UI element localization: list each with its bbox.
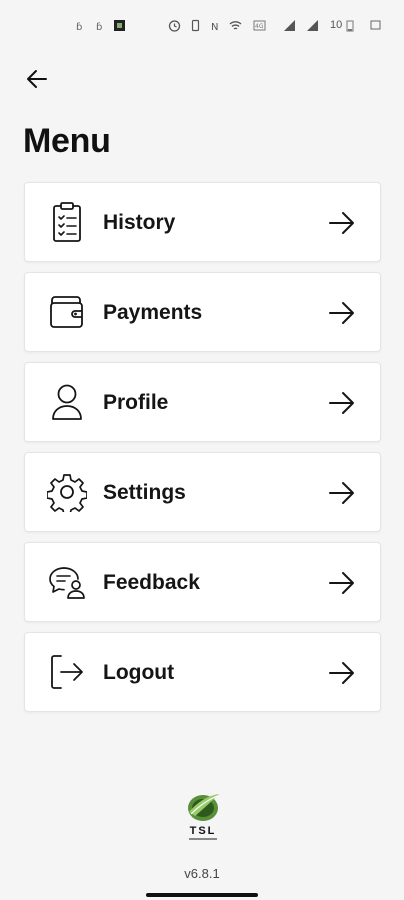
arrow-right-icon	[329, 482, 354, 504]
menu-screen: ɓ ɓ N 4G 10 Menu History Payments Profil…	[0, 0, 404, 900]
svg-text:4G: 4G	[255, 23, 264, 30]
menu-item-feedback[interactable]: Feedback	[24, 542, 381, 622]
menu-item-label: History	[103, 211, 176, 234]
data-icon: 4G	[253, 20, 266, 31]
page-title: Menu	[23, 122, 111, 160]
app-icon	[114, 20, 125, 31]
chat-user-icon	[47, 561, 87, 603]
arrow-right-icon	[329, 662, 354, 684]
svg-text:N: N	[211, 22, 218, 32]
home-indicator[interactable]	[146, 893, 258, 897]
svg-text:ɓ: ɓ	[76, 22, 82, 32]
logout-icon	[47, 651, 87, 693]
back-button[interactable]	[20, 62, 54, 96]
arrow-right-icon	[329, 392, 354, 414]
notification-icon	[370, 20, 381, 30]
wallet-icon	[47, 291, 87, 333]
menu-item-label: Logout	[103, 661, 175, 684]
alarm-icon	[168, 20, 181, 32]
wifi-icon	[229, 21, 242, 30]
arrow-right-icon	[329, 302, 354, 324]
menu-item-settings[interactable]: Settings	[24, 452, 381, 532]
battery-level: 10	[330, 19, 343, 31]
svg-text:ɓ: ɓ	[96, 22, 102, 32]
arrow-left-icon	[27, 70, 47, 88]
menu-item-history[interactable]: History	[24, 182, 381, 262]
arrow-right-icon	[329, 572, 354, 594]
menu-item-logout[interactable]: Logout	[24, 632, 381, 712]
menu-item-profile[interactable]: Profile	[24, 362, 381, 442]
nfc-icon: N	[211, 22, 218, 32]
logo-text: TSL	[190, 825, 217, 837]
menu-item-label: Settings	[103, 481, 186, 504]
signal-icon	[307, 20, 318, 31]
status-bar: ɓ ɓ N 4G 10	[0, 0, 404, 50]
notification-icon: ɓ	[96, 22, 102, 32]
clipboard-list-icon	[47, 201, 87, 243]
user-icon	[47, 381, 87, 423]
signal-icon	[284, 20, 295, 31]
gear-icon	[47, 471, 87, 513]
brand-logo: TSL	[188, 794, 219, 840]
notification-icon: ɓ	[76, 22, 82, 32]
vibrate-icon	[191, 19, 200, 32]
menu-item-payments[interactable]: Payments	[24, 272, 381, 352]
menu-item-label: Feedback	[103, 571, 200, 594]
arrow-right-icon	[329, 212, 354, 234]
app-version: v6.8.1	[184, 866, 220, 881]
menu-item-label: Payments	[103, 301, 203, 324]
menu-item-label: Profile	[103, 391, 169, 414]
battery-icon	[346, 20, 354, 32]
menu-list: History Payments Profile Settings Feedba…	[24, 182, 381, 722]
